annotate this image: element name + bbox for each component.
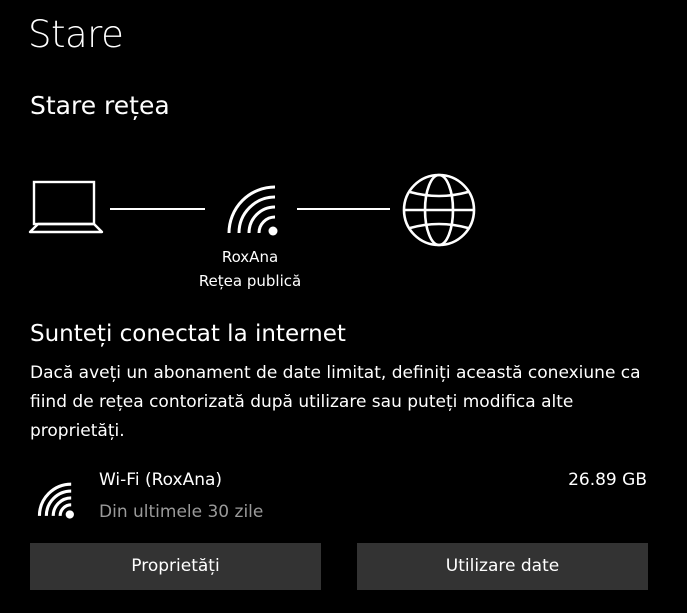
connection-name: Wi-Fi (RoxAna) [99,470,223,490]
page-title: Stare [28,13,124,56]
connector-line-right [297,208,390,210]
connection-status-heading: Sunteți conectat la internet [30,321,346,347]
connection-period: Din ultimele 30 zile [99,502,264,522]
network-type: Rețea publică [198,272,302,290]
wifi-icon [227,185,278,236]
network-status-heading: Stare rețea [30,91,170,120]
properties-button[interactable]: Proprietăți [30,543,321,590]
globe-icon [402,173,476,247]
data-usage-value: 26.89 GB [568,470,647,490]
network-name: RoxAna [221,248,279,266]
data-usage-button[interactable]: Utilizare date [357,543,648,590]
connection-item: Wi-Fi (RoxAna) Din ultimele 30 zile 26.8… [30,462,650,528]
laptop-icon [28,180,104,234]
connection-status-description: Dacă aveți un abonament de date limitat,… [30,363,641,441]
network-diagram: RoxAna Rețea publică [0,160,687,300]
connector-line-left [110,208,205,210]
wifi-icon [37,482,74,519]
